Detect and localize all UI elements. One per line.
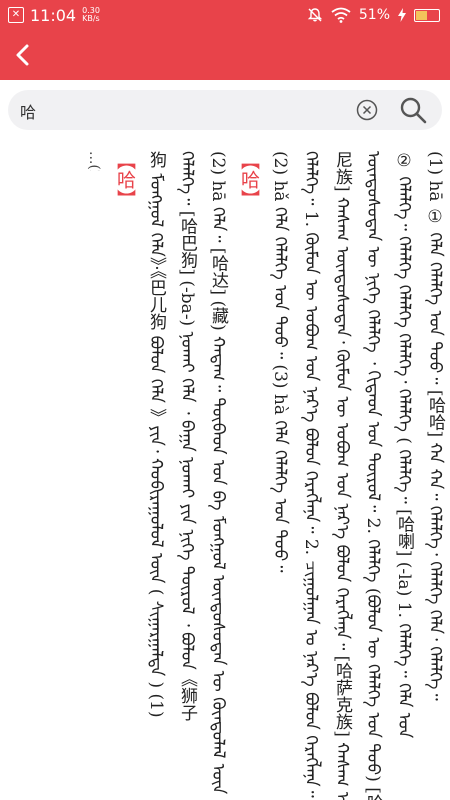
entry-line: ᠬᠡᠯᠡᠯᠭᠡ᠃ [哈巴狗] (-ba-) ᠨᠣᠬᠠᠢ ᠬᠡᠯᠡ ᠂ ᠪᠠᠭᠠ … [177, 151, 197, 721]
back-arrow-icon[interactable] [8, 40, 38, 70]
app-bar [0, 30, 450, 80]
entry-line: ᠦᠨᠳᠦᠰᠦᠲᠡᠨ ᠦ ᠨᠢᠭᠡ ᠬᠡᠯᠡᠯᠭᠡ ᠂ ᠬᠢᠲᠠᠳ ᠤᠨ ᠲᠦᠷᠦ… [363, 151, 383, 800]
search-bar [8, 90, 442, 130]
status-bar: ✕ 11:04 0.30 KB/s 51% [0, 0, 450, 30]
entry-line: ② ᠬᠡᠯᠡᠯᠭᠡ᠃ ᠬᠡᠯᠡᠯᠭᠡ ᠬᠡᠯᠡᠯᠭᠡ ᠬᠡᠯᠡᠯᠭᠡ᠂ ᠬᠡᠯᠡ… [394, 151, 414, 739]
entry-line: ᠬᠡᠯᠡᠯᠭᠡ᠃ 1. ᠬᠦᠮᠦᠨ ᠦ ᠣᠪᠣᠭ ᠤᠨ ᠨᠡᠷ᠎ᠡ ᠪᠣᠯᠤᠨ … [301, 151, 321, 798]
battery-percent: 51% [358, 7, 390, 23]
network-speed: 0.30 KB/s [82, 7, 100, 23]
headword: 【哈】 [233, 151, 264, 800]
dictionary-content: ...(2) ... 【哈】 狗 ᠮᠣᠩᠭᠤᠯ ᠬᠡᠯᠡ》·《巴儿狗 ᠪᠣᠯᠤᠨ… [0, 145, 450, 800]
battery-icon [414, 8, 440, 22]
clear-icon[interactable] [356, 99, 378, 121]
entry-line: 尼族] ᠬᠠᠰᠠᠭ ᠦᠨᠳᠦᠰᠦᠲᠡᠨ᠂ ᠬᠦᠮᠦᠨ ᠦ ᠣᠪᠣᠭ ᠤᠨ ᠨᠡᠷ… [332, 151, 352, 800]
charging-icon [398, 8, 406, 22]
search-input[interactable] [18, 96, 352, 126]
partial-top-line: ...(2) ... [78, 151, 109, 171]
entry-line: (1) hā ① ᠬᠡᠯᠡ ᠬᠡᠯᠡᠯᠭᠡ ᠤᠨ ᠳᠤᠤ᠃ [哈哈] ᠬᠠ ᠬᠠ… [425, 151, 445, 701]
headword: 【哈】 [109, 151, 140, 800]
entry-line: (2) hā ᠬᠡᠯᠡ᠃ [哈达] (藏) ᠬᠠᠳᠠᠭ᠃ ᠲᠦᠪᠡᠳ ᠤᠨ ᠪᠠ… [208, 151, 228, 795]
entry-line: 狗 ᠮᠣᠩᠭᠤᠯ ᠬᠡᠯᠡ》·《巴儿狗 ᠪᠣᠯᠤᠨ ᠬᠡᠯᠡ 》ᠶᠢᠨ᠂ ᠬᠣᠪ… [146, 151, 166, 718]
network-speed-unit: KB/s [82, 14, 100, 23]
entry-line: (2) hǎ ᠬᠡᠯᠡ ᠬᠡᠯᠡᠯᠭᠡ ᠤᠨ ᠳᠤᠤ᠃ (3) hà ᠬᠡᠯᠡ … [270, 151, 290, 573]
search-icon[interactable] [398, 95, 428, 125]
status-time: 11:04 [30, 5, 77, 25]
battery-level-fill [416, 10, 427, 20]
dictionary-article: ...(2) ... 【哈】 狗 ᠮᠣᠩᠭᠤᠯ ᠬᠡᠯᠡ》·《巴儿狗 ᠪᠣᠯᠤᠨ… [78, 145, 450, 800]
headword-label: 【哈】 [114, 151, 136, 208]
wifi-icon [331, 7, 351, 23]
headword-label: 【哈】 [238, 151, 260, 208]
app-notification-icon: ✕ [8, 7, 24, 23]
mute-bell-icon [307, 8, 323, 22]
